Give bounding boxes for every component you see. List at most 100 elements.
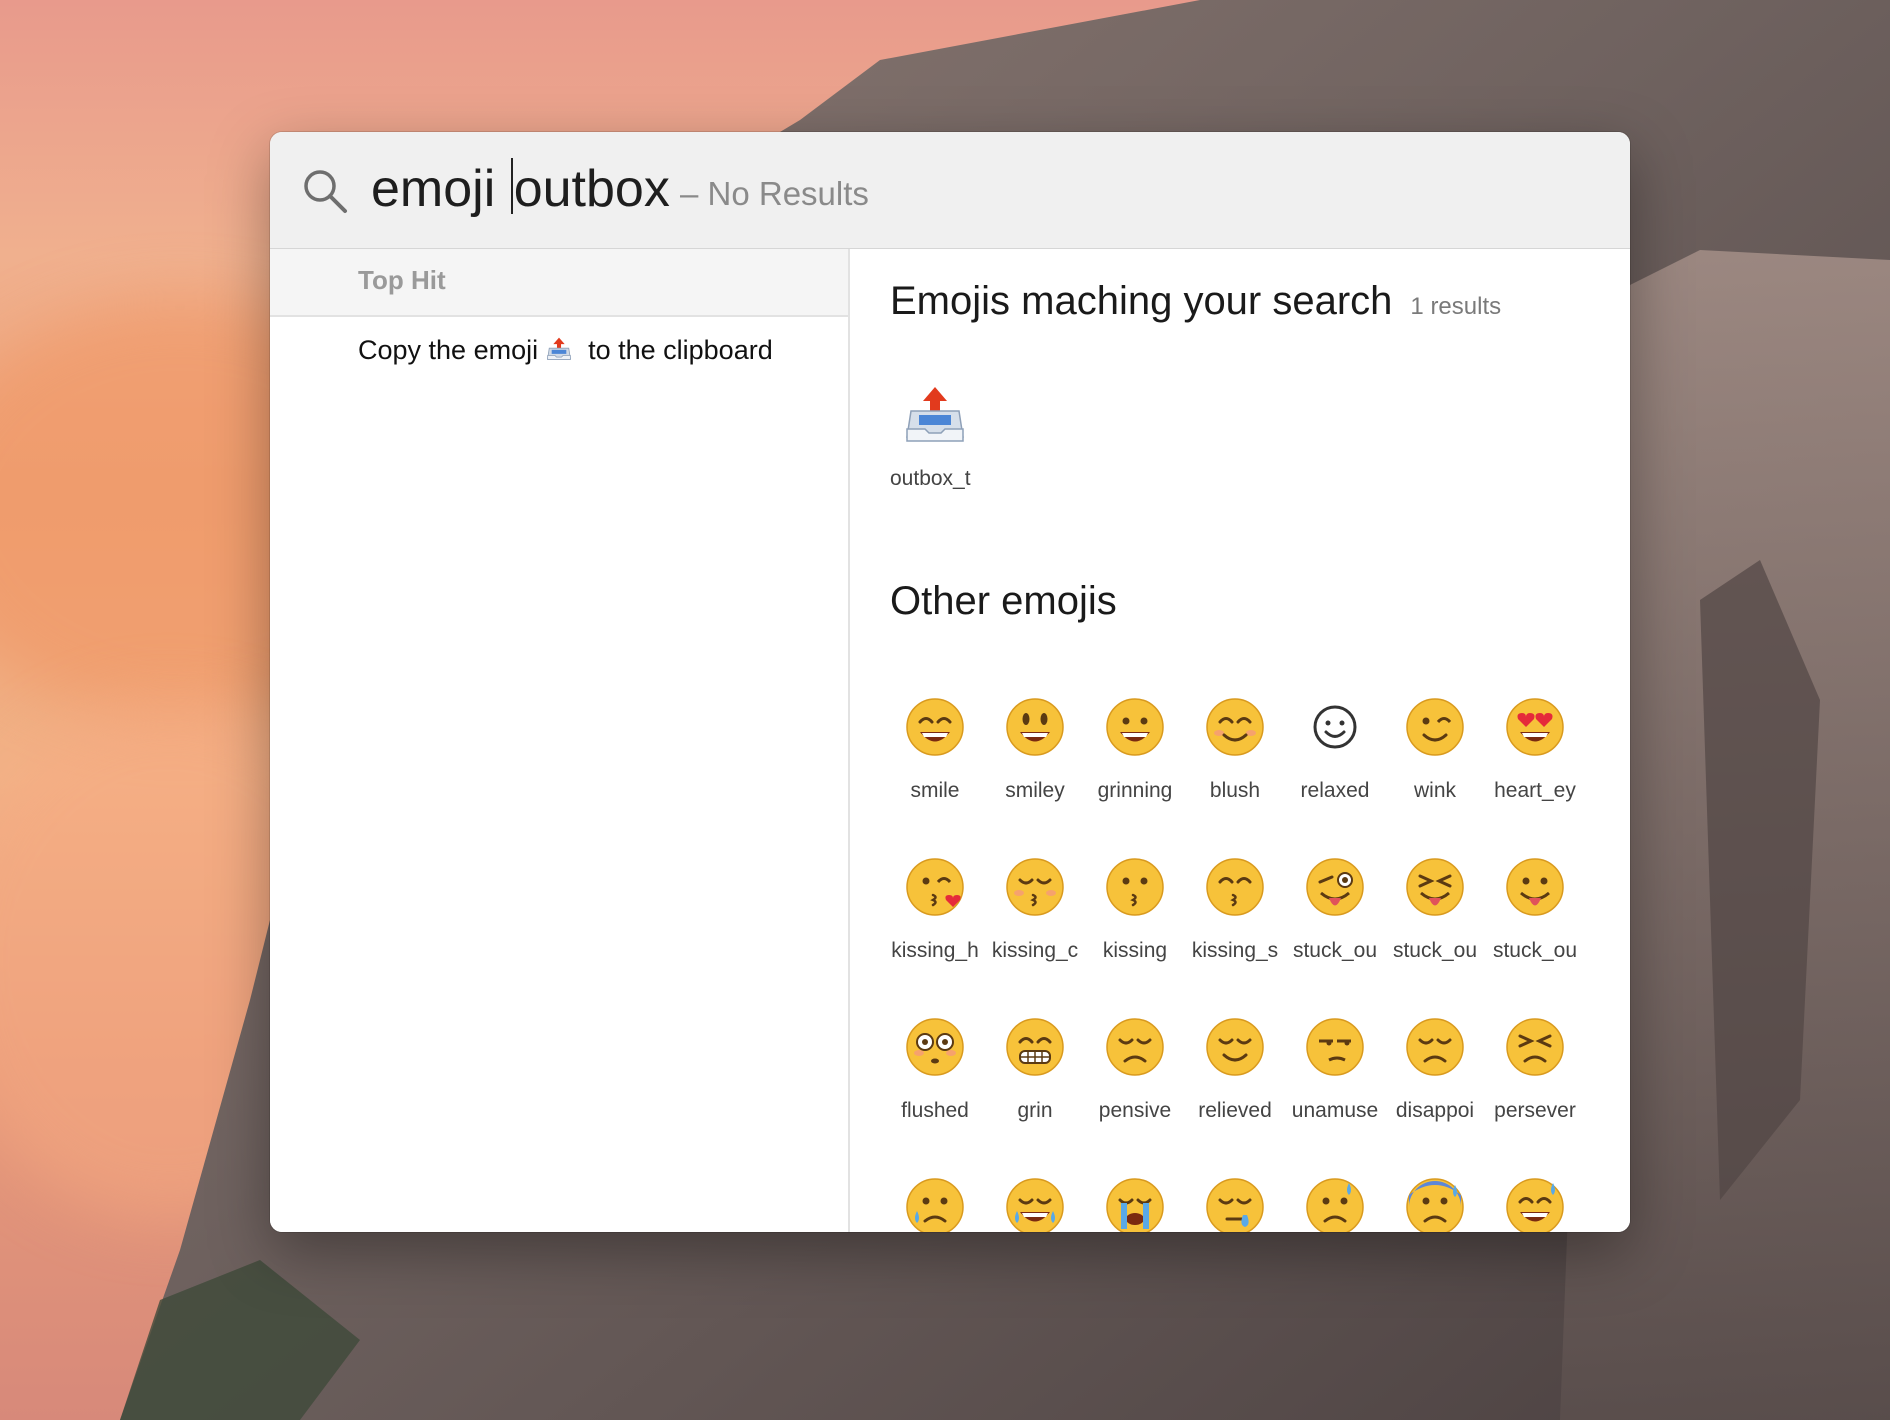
query-text: emoji bbox=[371, 160, 510, 218]
emoji-tile[interactable]: kissing bbox=[1090, 855, 1180, 963]
relieved-icon bbox=[1206, 1018, 1264, 1076]
search-input[interactable]: emoji outbox bbox=[371, 154, 670, 224]
emoji-tile[interactable]: relieved bbox=[1190, 1015, 1280, 1123]
emoji-label: persever bbox=[1494, 1099, 1576, 1122]
emoji-tile[interactable]: kissing_s bbox=[1190, 855, 1280, 963]
joy-icon bbox=[1006, 1178, 1064, 1232]
unamused-icon bbox=[1306, 1018, 1364, 1076]
results-list: Top Hit Copy the emoji to the clipboard bbox=[270, 249, 848, 1232]
emoji-tile[interactable]: grinning bbox=[1090, 695, 1180, 803]
emoji-tile[interactable] bbox=[990, 1175, 1080, 1232]
emoji-label: smiley bbox=[1005, 779, 1065, 802]
emoji-tile[interactable]: disappoi bbox=[1390, 1015, 1480, 1123]
disappointed-relieved-icon bbox=[1306, 1178, 1364, 1232]
emoji-tile[interactable]: grin bbox=[990, 1015, 1080, 1123]
emoji-tile[interactable] bbox=[1090, 1175, 1180, 1232]
emoji-tile[interactable]: stuck_ou bbox=[1390, 855, 1480, 963]
spotlight-window: emoji outbox – No Results Top Hit Copy t… bbox=[270, 132, 1630, 1232]
emoji-label: kissing_h bbox=[891, 939, 979, 962]
cold-sweat-icon bbox=[1406, 1178, 1464, 1232]
emoji-tile[interactable]: smiley bbox=[990, 695, 1080, 803]
emoji-label: pensive bbox=[1098, 1099, 1172, 1122]
top-hit-result[interactable]: Copy the emoji to the clipboard bbox=[270, 317, 848, 381]
matching-section-title: Emojis maching your search 1 results bbox=[890, 279, 1501, 324]
sweat-smile-icon bbox=[1506, 1178, 1564, 1232]
emoji-label: kissing bbox=[1102, 939, 1168, 962]
sleepy-icon bbox=[1206, 1178, 1264, 1232]
emoji-tile[interactable]: relaxed bbox=[1290, 695, 1380, 803]
blush-icon bbox=[1206, 698, 1264, 756]
relaxed-icon bbox=[1313, 705, 1357, 749]
emoji-tile[interactable]: stuck_ou bbox=[1490, 855, 1580, 963]
emoji-tile[interactable]: stuck_ou bbox=[1290, 855, 1380, 963]
emoji-tile[interactable] bbox=[1490, 1175, 1580, 1232]
emoji-tile[interactable]: flushed bbox=[890, 1015, 980, 1123]
text-caret bbox=[510, 158, 513, 214]
emoji-label: relieved bbox=[1198, 1099, 1272, 1122]
emoji-tile[interactable]: persever bbox=[1490, 1015, 1580, 1123]
grin-icon bbox=[1006, 1018, 1064, 1076]
emoji-tile[interactable]: kissing_c bbox=[990, 855, 1080, 963]
emoji-label: disappoi bbox=[1395, 1099, 1475, 1122]
emoji-label: stuck_ou bbox=[1292, 939, 1378, 962]
result-text: Copy the emoji to the clipboard bbox=[358, 335, 773, 366]
kissing-closed-eyes-icon bbox=[1006, 858, 1064, 916]
outbox-tray-icon bbox=[906, 387, 964, 442]
no-results-label: – No Results bbox=[680, 175, 869, 212]
kissing-smiling-eyes-icon bbox=[1206, 858, 1264, 916]
matching-title: Emojis maching your search bbox=[890, 279, 1393, 323]
emoji-label: kissing_c bbox=[991, 939, 1079, 962]
grinning-icon bbox=[1106, 698, 1164, 756]
emoji-tile[interactable]: heart_ey bbox=[1490, 695, 1580, 803]
emoji-tile-outbox[interactable]: outbox_t bbox=[890, 383, 980, 491]
smiley-icon bbox=[1006, 698, 1064, 756]
disappointed-icon bbox=[1406, 1018, 1464, 1076]
top-hit-header: Top Hit bbox=[270, 249, 848, 317]
sob-icon bbox=[1106, 1178, 1164, 1232]
emoji-label: blush bbox=[1209, 779, 1261, 802]
stuck-out-tongue-winking-eye-icon bbox=[1306, 858, 1364, 916]
result-prefix: Copy the emoji bbox=[358, 335, 539, 365]
emoji-tile[interactable]: kissing_h bbox=[890, 855, 980, 963]
emoji-tile[interactable]: unamuse bbox=[1290, 1015, 1380, 1123]
outbox-tray-icon bbox=[547, 337, 571, 360]
emoji-label: smile bbox=[910, 779, 960, 802]
preview-pane: Emojis maching your search 1 results outb… bbox=[850, 249, 1630, 1232]
wink-icon bbox=[1406, 698, 1464, 756]
persevere-icon bbox=[1506, 1018, 1564, 1076]
emoji-tile[interactable] bbox=[1390, 1175, 1480, 1232]
emoji-tile[interactable]: wink bbox=[1390, 695, 1480, 803]
kissing-heart-icon bbox=[906, 858, 964, 916]
heart-eyes-icon bbox=[1506, 698, 1564, 756]
emoji-label: wink bbox=[1413, 779, 1456, 802]
emoji-label: relaxed bbox=[1300, 779, 1370, 802]
cry-icon bbox=[906, 1178, 964, 1232]
emoji-tile[interactable] bbox=[1290, 1175, 1380, 1232]
emoji-label: kissing_s bbox=[1191, 939, 1279, 962]
flushed-icon bbox=[906, 1018, 964, 1076]
emoji-label: stuck_ou bbox=[1392, 939, 1478, 962]
top-hit-label: Top Hit bbox=[358, 265, 446, 295]
emoji-label: heart_ey bbox=[1494, 779, 1576, 802]
other-section-title: Other emojis bbox=[890, 579, 1117, 623]
emoji-label: flushed bbox=[901, 1099, 969, 1122]
emoji-label: outbox_t bbox=[890, 467, 971, 490]
result-suffix: to the clipboard bbox=[588, 335, 773, 365]
emoji-tile[interactable] bbox=[890, 1175, 980, 1232]
result-count: 1 results bbox=[1410, 293, 1502, 320]
search-bar[interactable]: emoji outbox – No Results bbox=[270, 132, 1630, 249]
emoji-tile[interactable]: pensive bbox=[1090, 1015, 1180, 1123]
emoji-tile[interactable]: smile bbox=[890, 695, 980, 803]
search-icon bbox=[304, 170, 347, 213]
emoji-label: unamuse bbox=[1291, 1099, 1379, 1122]
emoji-label: grin bbox=[1017, 1099, 1053, 1122]
emoji-tile[interactable] bbox=[1190, 1175, 1280, 1232]
kissing-icon bbox=[1106, 858, 1164, 916]
smile-icon bbox=[906, 698, 964, 756]
pensive-icon bbox=[1106, 1018, 1164, 1076]
emoji-tile[interactable]: blush bbox=[1190, 695, 1280, 803]
emoji-label: stuck_ou bbox=[1492, 939, 1578, 962]
stuck-out-tongue-icon bbox=[1506, 858, 1564, 916]
emoji-label: grinning bbox=[1097, 779, 1173, 802]
stuck-out-tongue-closed-eyes-icon bbox=[1406, 858, 1464, 916]
